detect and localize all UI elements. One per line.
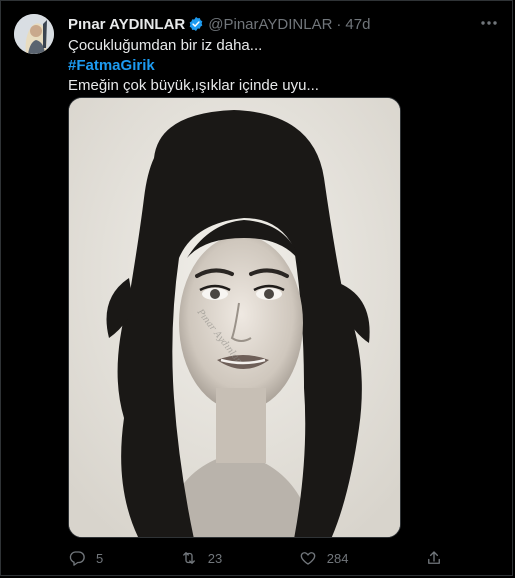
like-icon bbox=[300, 552, 316, 565]
tweet-photo[interactable]: Pınar Aydınlar bbox=[68, 97, 401, 538]
verified-icon bbox=[189, 17, 203, 31]
like-button[interactable]: 284 bbox=[299, 549, 349, 567]
reply-count: 5 bbox=[96, 550, 104, 566]
hashtag-link[interactable]: #FatmaGirik bbox=[68, 56, 496, 76]
share-icon bbox=[428, 551, 440, 564]
author-avatar[interactable] bbox=[14, 14, 54, 54]
tweet-header: Pınar AYDINLAR @PinarAYDINLAR · 47d bbox=[68, 14, 472, 34]
action-bar: 5 23 284 bbox=[68, 547, 443, 569]
header-separator: · bbox=[336, 15, 342, 33]
tweet-timestamp[interactable]: 47d bbox=[345, 16, 370, 33]
more-icon[interactable] bbox=[478, 12, 500, 34]
tweet-card[interactable]: Pınar AYDINLAR @PinarAYDINLAR · 47d Çocu… bbox=[0, 0, 513, 576]
tweet-text: Çocukluğumdan bir iz daha... #FatmaGirik… bbox=[68, 36, 496, 96]
reply-button[interactable]: 5 bbox=[68, 549, 103, 567]
tweet-text-line: Çocukluğumdan bir iz daha... bbox=[68, 37, 263, 54]
tweet-text-line: Emeğin çok büyük,ışıklar içinde uyu... bbox=[68, 77, 319, 94]
retweet-icon bbox=[182, 552, 195, 564]
share-button[interactable] bbox=[425, 549, 443, 567]
retweet-button[interactable]: 23 bbox=[180, 549, 222, 567]
author-name[interactable]: Pınar AYDINLAR bbox=[68, 16, 185, 33]
reply-icon bbox=[69, 551, 85, 566]
retweet-count: 23 bbox=[207, 550, 223, 566]
author-handle[interactable]: @PinarAYDINLAR bbox=[208, 16, 332, 33]
like-count: 284 bbox=[326, 550, 349, 566]
